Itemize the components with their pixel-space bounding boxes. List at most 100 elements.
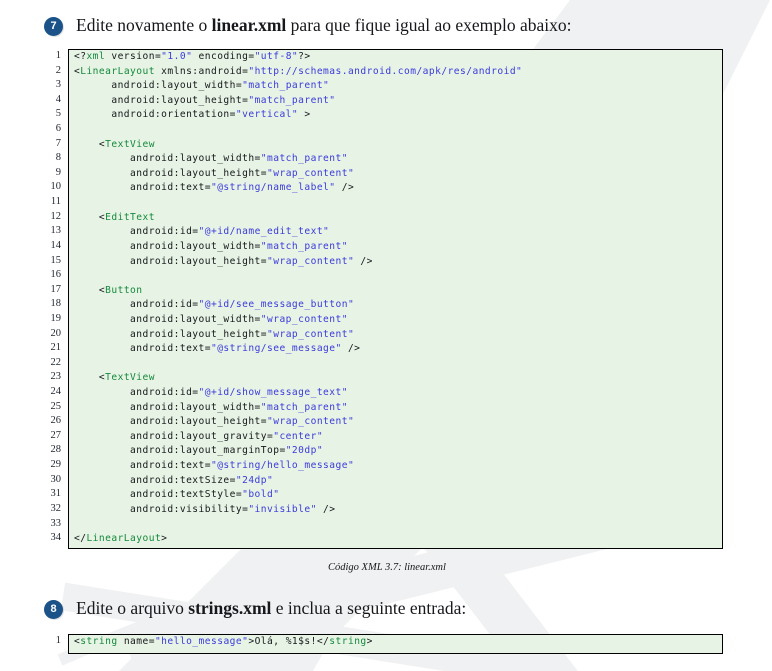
line-number: 29 <box>50 459 62 471</box>
step-8-text: Edite o arquivo strings.xml e inclua a s… <box>76 597 466 619</box>
line-number: 15 <box>50 254 62 266</box>
code-line: <LinearLayout xmlns:android="http://sche… <box>74 65 722 80</box>
code-token-attr: encoding= <box>192 51 255 62</box>
code-token-tag: string <box>80 636 118 647</box>
code-line: <string name="hello_message">Olá, %1$s!<… <box>74 635 722 650</box>
line-number: 9 <box>55 166 61 178</box>
code-token-tag: TextView <box>105 372 155 384</box>
code-line: android:textStyle="bold" <box>74 488 722 503</box>
line-number: 19 <box>50 312 62 324</box>
code-token-str: "@string/see_message" <box>210 343 342 355</box>
code-token-str: "@string/hello_message" <box>210 460 355 472</box>
code-line: <EditText <box>74 211 722 226</box>
code-token-attr: android:textStyle= <box>74 489 243 501</box>
document-page: 7 Edite novamente o linear.xml para que … <box>0 0 772 671</box>
step-7-text-after: para que fique igual ao exemplo abaixo: <box>286 15 572 35</box>
code-token-str: "utf-8" <box>254 51 299 62</box>
code-token-punc: < <box>74 138 106 150</box>
code-token-tag: string <box>329 636 367 647</box>
code-token-str: "24dp" <box>235 474 274 486</box>
code-token-attr: android:layout_width= <box>74 401 261 413</box>
code-line: android:textSize="24dp" <box>74 474 722 489</box>
line-number: 8 <box>55 152 61 164</box>
line-number: 23 <box>50 371 62 383</box>
code-line: android:layout_width="match_parent" <box>74 152 722 167</box>
code-token-punc: <? <box>74 51 87 62</box>
code-token-str: "@+id/see_message_button" <box>198 299 355 311</box>
code-line: android:id="@+id/see_message_button" <box>74 298 722 313</box>
code-line: android:layout_height="wrap_content" <box>74 167 722 182</box>
line-number: 30 <box>50 473 62 485</box>
line-number: 12 <box>50 210 62 222</box>
code-token-str: "@string/name_label" <box>210 182 336 194</box>
code-token-str: "match_parent" <box>242 80 330 92</box>
code-token-str: "match_parent" <box>248 94 336 106</box>
line-number: 28 <box>50 444 62 456</box>
code-listing-linear-xml: 1 2 3 4 5 6 7 8 9 10 11 12 13 14 15 16 17 18 19 20 21 22 23 24 2… <box>32 49 723 549</box>
code-line: </LinearLayout> <box>74 532 722 547</box>
code-line: android:text="@string/see_message" /> <box>74 342 722 357</box>
line-number: 16 <box>50 269 62 281</box>
code-token-attr: android:layout_height= <box>74 94 249 106</box>
code-token-str: "match_parent" <box>260 240 348 252</box>
code-line: <?xml version="1.0" encoding="utf-8"?> <box>74 50 722 65</box>
code-line: android:id="@+id/name_edit_text" <box>74 225 722 240</box>
code-line: android:layout_width="match_parent" <box>74 240 722 255</box>
line-number: 1 <box>55 50 61 61</box>
code-token-attr: android:layout_gravity= <box>74 430 274 442</box>
code-token-attr: xmlns:android= <box>154 65 249 77</box>
code-token-str: "bold" <box>242 489 280 501</box>
code-line: android:orientation="vertical" > <box>74 108 722 123</box>
code-line: android:layout_height="wrap_content" /> <box>74 255 722 270</box>
line-number: 17 <box>50 283 62 295</box>
line-number-gutter: 1 2 3 4 5 6 7 8 9 10 11 12 13 14 15 16 17 18 19 20 21 22 23 24 2… <box>32 49 68 549</box>
line-number: 1 <box>55 635 61 646</box>
line-number: 7 <box>55 137 61 149</box>
line-number: 11 <box>50 196 61 208</box>
step-7-text-before: Edite novamente o <box>76 15 212 35</box>
line-number: 3 <box>55 79 61 91</box>
step-8-text-after: e inclua a seguinte entrada: <box>271 598 467 618</box>
line-number: 6 <box>55 123 61 135</box>
code-token-attr: android:orientation= <box>74 109 236 121</box>
code-token-punc: > <box>298 109 311 121</box>
code-token-str: "vertical" <box>235 109 299 121</box>
code-token-punc: < <box>74 211 106 223</box>
code-token-tag: xml <box>86 51 112 62</box>
code-block-strings[interactable]: <string name="hello_message">Olá, %1$s!<… <box>68 634 723 654</box>
code-token-str: "wrap_content" <box>260 313 348 325</box>
step-7-row: 7 Edite novamente o linear.xml para que … <box>44 14 572 36</box>
line-number-gutter-strings: 1 <box>32 634 68 654</box>
code-token-punc: /> <box>316 503 336 515</box>
code-token-punc: /> <box>341 343 361 355</box>
step-8-filename: strings.xml <box>188 598 272 618</box>
code-token-str: "match_parent" <box>260 401 348 413</box>
code-token-punc: > <box>161 533 168 545</box>
step-7-text: Edite novamente o linear.xml para que fi… <box>76 14 572 36</box>
step-8-text-before: Edite o arquivo <box>76 598 189 618</box>
code-token-tag: EditText <box>105 211 155 223</box>
code-token-attr: android:layout_height= <box>74 416 268 428</box>
code-token-str: "center" <box>273 430 324 442</box>
code-token-punc: </ <box>316 636 330 647</box>
code-content: <?xml version="1.0" encoding="utf-8"?> <L… <box>69 50 722 547</box>
code-line: android:layout_height="match_parent" <box>74 94 722 109</box>
code-block[interactable]: <?xml version="1.0" encoding="utf-8"?> <L… <box>68 49 723 549</box>
line-number: 34 <box>50 532 62 544</box>
line-number: 10 <box>50 181 62 193</box>
code-token-str: "1.0" <box>161 51 193 62</box>
code-line: android:text="@string/name_label" /> <box>74 181 722 196</box>
line-number: 13 <box>50 225 62 237</box>
line-number: 25 <box>50 400 62 412</box>
code-line: <TextView <box>74 371 722 386</box>
code-token-tag: LinearLayout <box>80 65 155 77</box>
code-token-attr: android:layout_height= <box>74 255 268 267</box>
code-line: android:visibility="invisible" /> <box>74 503 722 518</box>
code-line: android:id="@+id/show_message_text" <box>74 386 722 401</box>
line-number: 22 <box>50 356 62 368</box>
code-token-str: "hello_message" <box>154 636 249 647</box>
code-line: android:layout_marginTop="20dp" <box>74 444 722 459</box>
